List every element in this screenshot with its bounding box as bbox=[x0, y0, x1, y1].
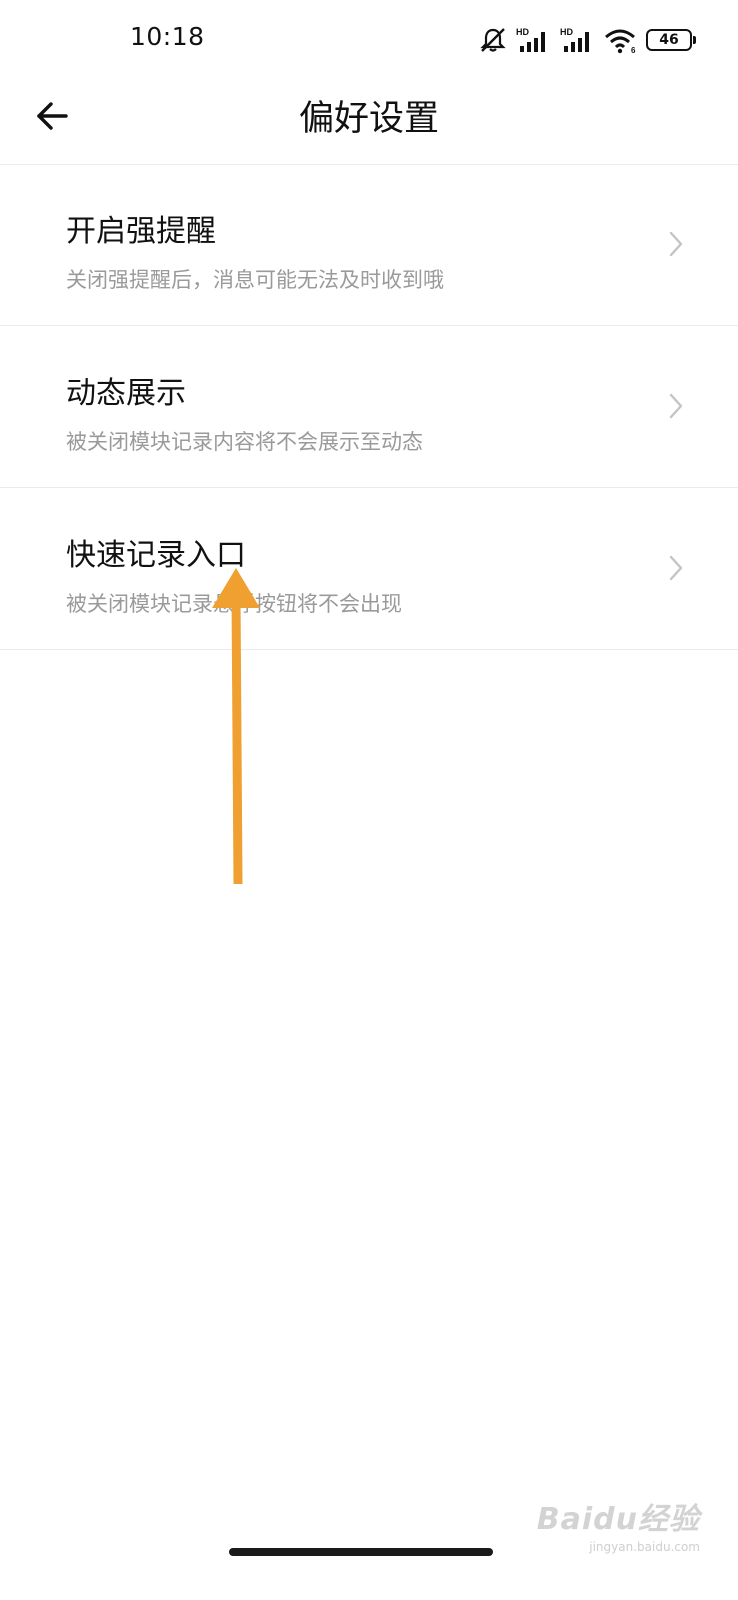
setting-title: 动态展示 bbox=[66, 376, 186, 411]
watermark-url: jingyan.baidu.com bbox=[589, 1540, 700, 1554]
wifi-icon: 6 bbox=[605, 29, 636, 54]
setting-item-quick-record-entry[interactable]: 快速记录入口 被关闭模块记录悬浮按钮将不会出现 bbox=[0, 488, 738, 650]
mute-icon bbox=[480, 28, 506, 52]
svg-text:6: 6 bbox=[631, 46, 636, 54]
chevron-right-icon bbox=[669, 555, 683, 581]
settings-list: 开启强提醒 关闭强提醒后，消息可能无法及时收到哦 动态展示 被关闭模块记录内容将… bbox=[0, 164, 738, 650]
status-bar: 10:18 HD HD 6 46 bbox=[0, 0, 738, 80]
signal-hd-icon: HD bbox=[560, 27, 589, 52]
home-indicator[interactable] bbox=[229, 1548, 493, 1556]
setting-title: 开启强提醒 bbox=[66, 214, 216, 249]
setting-item-strong-reminder[interactable]: 开启强提醒 关闭强提醒后，消息可能无法及时收到哦 bbox=[0, 164, 738, 326]
battery-level: 46 bbox=[659, 32, 679, 48]
watermark-brand: Baidu经验 bbox=[536, 1502, 700, 1537]
status-icons: HD HD 6 46 bbox=[478, 24, 696, 56]
signal-hd-icon: HD bbox=[516, 27, 545, 52]
chevron-right-icon bbox=[669, 231, 683, 257]
page-title: 偏好设置 bbox=[298, 99, 439, 139]
setting-item-dynamic-display[interactable]: 动态展示 被关闭模块记录内容将不会展示至动态 bbox=[0, 326, 738, 488]
watermark: Baidu经验 jingyan.baidu.com bbox=[537, 1494, 700, 1554]
battery-icon: 46 bbox=[646, 29, 696, 51]
svg-text:HD: HD bbox=[516, 27, 529, 37]
nav-bar: 偏好设置 bbox=[0, 80, 738, 164]
setting-title: 快速记录入口 bbox=[66, 538, 246, 573]
setting-description: 关闭强提醒后，消息可能无法及时收到哦 bbox=[66, 268, 444, 292]
svg-text:HD: HD bbox=[560, 27, 573, 37]
chevron-right-icon bbox=[669, 393, 683, 419]
setting-description: 被关闭模块记录内容将不会展示至动态 bbox=[66, 430, 423, 454]
status-time: 10:18 bbox=[130, 22, 205, 51]
setting-description: 被关闭模块记录悬浮按钮将不会出现 bbox=[66, 592, 402, 616]
